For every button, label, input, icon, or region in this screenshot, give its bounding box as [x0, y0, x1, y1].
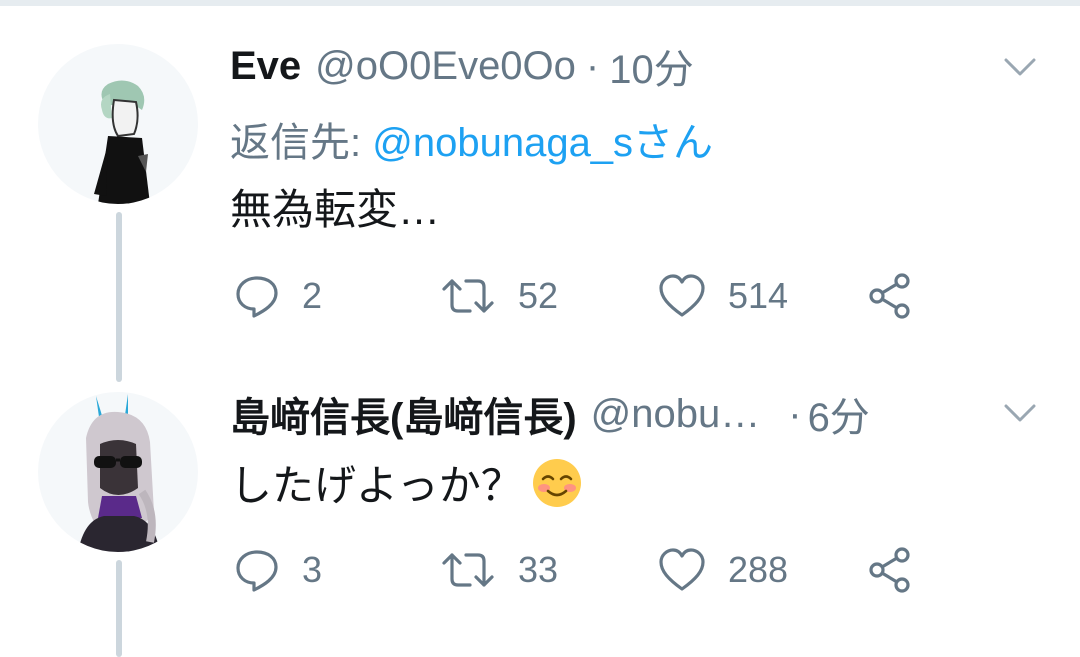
separator-dot: ·: [788, 391, 802, 436]
avatar[interactable]: [38, 392, 198, 552]
tweet-text-row: したげよっか？: [230, 452, 583, 513]
tweet-text: したげよっか？: [230, 462, 523, 509]
separator-dot: ·: [585, 43, 600, 88]
share-nodes-icon: [869, 273, 910, 319]
retweet-count: 33: [518, 549, 559, 590]
speech-bubble-icon: [236, 550, 278, 592]
retweet-count: 52: [518, 275, 559, 316]
timestamp[interactable]: 10分: [609, 37, 694, 95]
tweet[interactable]: 島﨑信長(島﨑信長) @nobu… · 6分 したげよっか？ 3 33 288: [230, 384, 1050, 614]
timestamp[interactable]: 6分: [808, 385, 870, 443]
avatar-illustration-icon: [94, 80, 150, 204]
heart-outline-icon: [659, 548, 705, 591]
user-handle[interactable]: @nobu…: [591, 392, 761, 437]
heart-outline-icon: [659, 274, 705, 317]
reply-button[interactable]: 3: [234, 540, 322, 600]
tweet-header: Eve @oO0Eve0Oo · 10分: [230, 36, 694, 96]
share-button[interactable]: [866, 540, 914, 600]
mention-link[interactable]: @nobunaga_sさん: [372, 121, 713, 165]
like-count: 514: [728, 275, 789, 316]
avatar[interactable]: [38, 44, 198, 204]
reply-button[interactable]: 2: [234, 266, 322, 326]
tweet-actions: 3 33 288: [230, 540, 990, 600]
top-divider: [0, 0, 1080, 6]
chevron-down-icon[interactable]: [1000, 52, 1040, 82]
retweet-arrows-icon: [442, 279, 494, 313]
tweet-header: 島﨑信長(島﨑信長) @nobu… · 6分: [230, 384, 950, 444]
reply-to-label: 返信先:: [230, 121, 373, 165]
reply-to-line: 返信先: @nobunaga_sさん: [230, 110, 713, 168]
retweet-arrows-icon: [442, 553, 494, 587]
like-button[interactable]: 514: [658, 266, 788, 326]
share-nodes-icon: [869, 547, 910, 593]
share-button[interactable]: [866, 266, 914, 326]
thread-connector-line: [116, 560, 122, 657]
tweet-actions: 2 52 514: [230, 266, 990, 326]
tweet[interactable]: Eve @oO0Eve0Oo · 10分 返信先: @nobunaga_sさん …: [230, 36, 1050, 326]
display-name[interactable]: Eve: [230, 44, 301, 89]
reply-count: 2: [302, 275, 323, 316]
user-handle[interactable]: @oO0Eve0Oo: [315, 44, 576, 89]
retweet-button[interactable]: 33: [440, 540, 558, 600]
display-name[interactable]: 島﨑信長(島﨑信長): [230, 385, 577, 443]
reply-count: 3: [302, 549, 323, 590]
tweet-text: 無為転変…: [230, 186, 441, 233]
chevron-down-icon[interactable]: [1000, 398, 1040, 428]
avatar-illustration-icon: [78, 394, 160, 552]
like-count: 288: [728, 549, 789, 590]
retweet-button[interactable]: 52: [440, 266, 558, 326]
like-button[interactable]: 288: [658, 540, 788, 600]
thread-connector-line: [116, 212, 122, 382]
speech-bubble-icon: [236, 276, 278, 318]
smiling-face-with-blush-emoji: [532, 458, 581, 507]
